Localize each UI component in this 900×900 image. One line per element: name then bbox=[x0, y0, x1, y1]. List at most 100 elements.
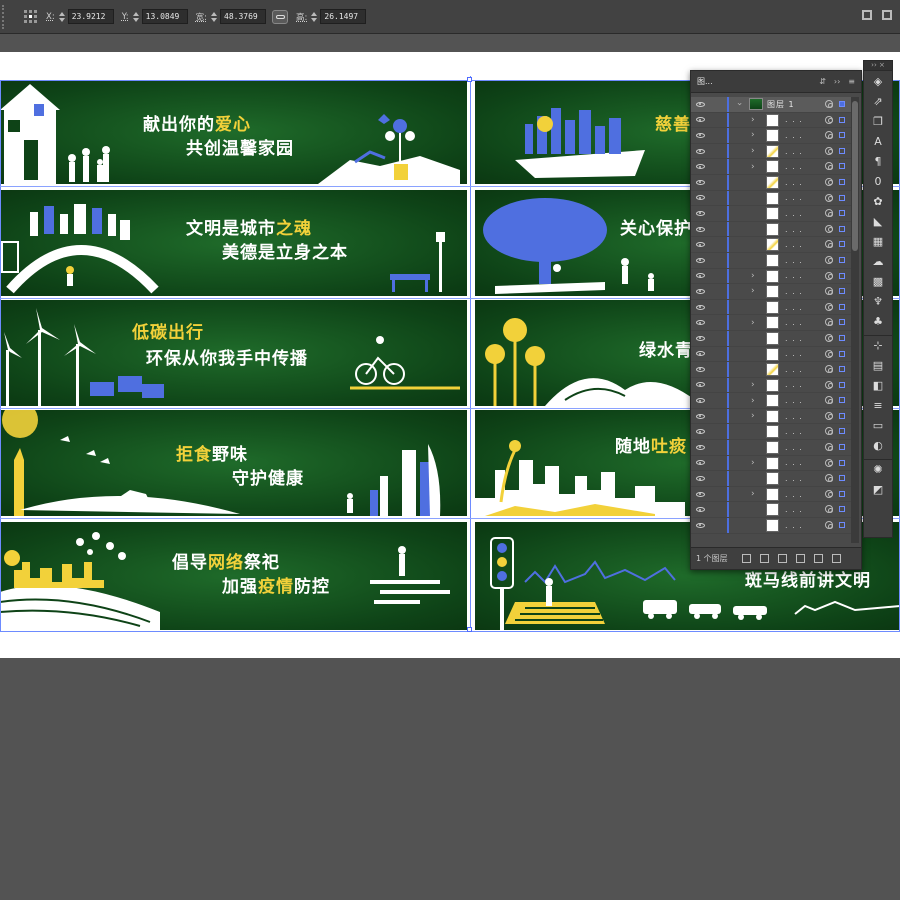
sublayer-row[interactable]: . . . bbox=[691, 471, 851, 487]
sublayer-name[interactable]: . . . bbox=[785, 365, 803, 374]
new-layer-icon[interactable] bbox=[814, 554, 823, 563]
trash-icon[interactable] bbox=[832, 554, 841, 563]
lock-toggle[interactable] bbox=[709, 160, 721, 173]
target-circle-icon[interactable] bbox=[825, 209, 833, 218]
transform-icon[interactable] bbox=[882, 10, 892, 20]
expand-arrow-icon[interactable]: › bbox=[751, 271, 755, 281]
expand-arrow-icon[interactable]: › bbox=[751, 458, 755, 468]
selection-square-icon[interactable] bbox=[839, 241, 845, 248]
expand-arrow-icon[interactable]: › bbox=[751, 380, 755, 390]
sublayer-row[interactable]: . . . bbox=[691, 190, 851, 207]
x-stepper[interactable] bbox=[58, 10, 66, 24]
visibility-eye-icon[interactable] bbox=[691, 382, 709, 388]
selection-square-icon[interactable] bbox=[839, 256, 845, 263]
expand-arrow-icon[interactable]: › bbox=[751, 130, 755, 140]
selection-square-icon[interactable] bbox=[839, 116, 845, 123]
target-circle-icon[interactable] bbox=[825, 505, 833, 514]
lock-toggle[interactable] bbox=[709, 425, 721, 438]
target-circle-icon[interactable] bbox=[825, 521, 833, 530]
lock-toggle[interactable] bbox=[709, 176, 721, 189]
selection-handle-bottom[interactable] bbox=[467, 627, 472, 632]
sublayer-row[interactable]: . . . bbox=[691, 299, 851, 316]
character-icon[interactable]: A bbox=[864, 131, 892, 151]
sublayer-row[interactable]: › . . . bbox=[691, 377, 851, 394]
lock-toggle[interactable] bbox=[709, 488, 721, 501]
lock-toggle[interactable] bbox=[709, 503, 721, 516]
graphic-styles-icon[interactable]: ◩ bbox=[864, 479, 892, 499]
visibility-eye-icon[interactable] bbox=[691, 273, 709, 279]
sublayer-name[interactable]: . . . bbox=[785, 505, 803, 514]
target-circle-icon[interactable] bbox=[825, 255, 833, 264]
layers-list[interactable]: › 图层 1 › . . . › . . . › . . . › . . . . . . . . … bbox=[691, 97, 851, 543]
width-stepper[interactable] bbox=[210, 10, 218, 24]
lock-toggle[interactable] bbox=[709, 394, 721, 407]
visibility-eye-icon[interactable] bbox=[691, 101, 709, 107]
target-circle-icon[interactable] bbox=[825, 240, 833, 249]
transform-icon[interactable]: ⊹ bbox=[864, 335, 892, 355]
target-circle-icon[interactable] bbox=[825, 271, 833, 280]
stroke-icon[interactable]: ≡ bbox=[864, 395, 892, 415]
sublayer-row[interactable]: . . . bbox=[691, 221, 851, 238]
align-grid-icon[interactable] bbox=[862, 10, 872, 20]
sublayer-name[interactable]: . . . bbox=[785, 396, 803, 405]
selection-square-icon[interactable] bbox=[839, 163, 845, 170]
lock-toggle[interactable] bbox=[709, 207, 721, 220]
lock-toggle[interactable] bbox=[709, 98, 721, 111]
visibility-eye-icon[interactable] bbox=[691, 117, 709, 123]
visibility-eye-icon[interactable] bbox=[691, 507, 709, 513]
lock-toggle[interactable] bbox=[709, 410, 721, 423]
sublayer-row[interactable]: . . . bbox=[691, 362, 851, 378]
expand-arrow-icon[interactable]: › bbox=[751, 162, 755, 172]
sublayer-row[interactable]: . . . bbox=[691, 237, 851, 253]
lock-toggle[interactable] bbox=[709, 238, 721, 251]
lock-toggle[interactable] bbox=[709, 378, 721, 391]
sublayer-row[interactable]: › . . . bbox=[691, 159, 851, 175]
pathfinder-icon[interactable]: ◧ bbox=[864, 375, 892, 395]
sublayer-name[interactable]: . . . bbox=[785, 115, 803, 124]
target-circle-icon[interactable] bbox=[825, 427, 833, 436]
sublayer-name[interactable]: . . . bbox=[785, 318, 803, 327]
appearance-icon[interactable]: ✺ bbox=[864, 459, 892, 479]
selection-square-icon[interactable] bbox=[839, 381, 845, 388]
selection-square-icon[interactable] bbox=[839, 194, 845, 201]
target-circle-icon[interactable] bbox=[825, 411, 833, 420]
selection-square-icon[interactable] bbox=[839, 303, 845, 310]
constrain-proportions-link-icon[interactable] bbox=[272, 9, 288, 24]
visibility-eye-icon[interactable] bbox=[691, 304, 709, 310]
sublayer-row[interactable]: . . . bbox=[691, 174, 851, 191]
visibility-eye-icon[interactable] bbox=[691, 226, 709, 232]
visibility-eye-icon[interactable] bbox=[691, 413, 709, 419]
target-circle-icon[interactable] bbox=[825, 443, 833, 452]
sublayer-name[interactable]: . . . bbox=[785, 271, 803, 280]
y-input[interactable]: 13.0849 bbox=[141, 9, 188, 24]
target-circle-icon[interactable] bbox=[825, 474, 833, 483]
selection-square-icon[interactable] bbox=[839, 490, 845, 497]
sublayer-name[interactable]: . . . bbox=[785, 427, 803, 436]
sublayer-name[interactable]: . . . bbox=[785, 240, 803, 249]
visibility-eye-icon[interactable] bbox=[691, 164, 709, 170]
sublayer-name[interactable]: . . . bbox=[785, 147, 803, 156]
swatches-icon[interactable]: ▩ bbox=[864, 271, 892, 291]
selection-square-icon[interactable] bbox=[839, 319, 845, 326]
expand-arrow-icon[interactable]: › bbox=[734, 102, 744, 106]
width-input[interactable]: 48.3769 bbox=[220, 9, 266, 24]
sublayer-name[interactable]: . . . bbox=[785, 162, 803, 171]
lock-toggle[interactable] bbox=[709, 456, 721, 469]
visibility-eye-icon[interactable] bbox=[691, 179, 709, 185]
export-arrow-icon[interactable]: ⇗ bbox=[864, 91, 892, 111]
reference-point-selector[interactable] bbox=[24, 9, 38, 24]
target-circle-icon[interactable] bbox=[825, 318, 833, 327]
color-guide-icon[interactable]: ▦ bbox=[864, 231, 892, 251]
sublayer-name[interactable]: . . . bbox=[785, 131, 803, 140]
sublayer-row[interactable]: . . . bbox=[691, 424, 851, 441]
visibility-eye-icon[interactable] bbox=[691, 522, 709, 528]
sublayer-row[interactable]: › . . . bbox=[691, 486, 851, 503]
lock-toggle[interactable] bbox=[709, 332, 721, 345]
symbols-icon[interactable]: ♣ bbox=[864, 311, 892, 331]
visibility-eye-icon[interactable] bbox=[691, 460, 709, 466]
height-stepper[interactable] bbox=[310, 10, 318, 24]
selection-square-icon[interactable] bbox=[839, 444, 845, 451]
target-circle-icon[interactable] bbox=[825, 302, 833, 311]
sublayer-name[interactable]: . . . bbox=[785, 225, 803, 234]
visibility-eye-icon[interactable] bbox=[691, 288, 709, 294]
